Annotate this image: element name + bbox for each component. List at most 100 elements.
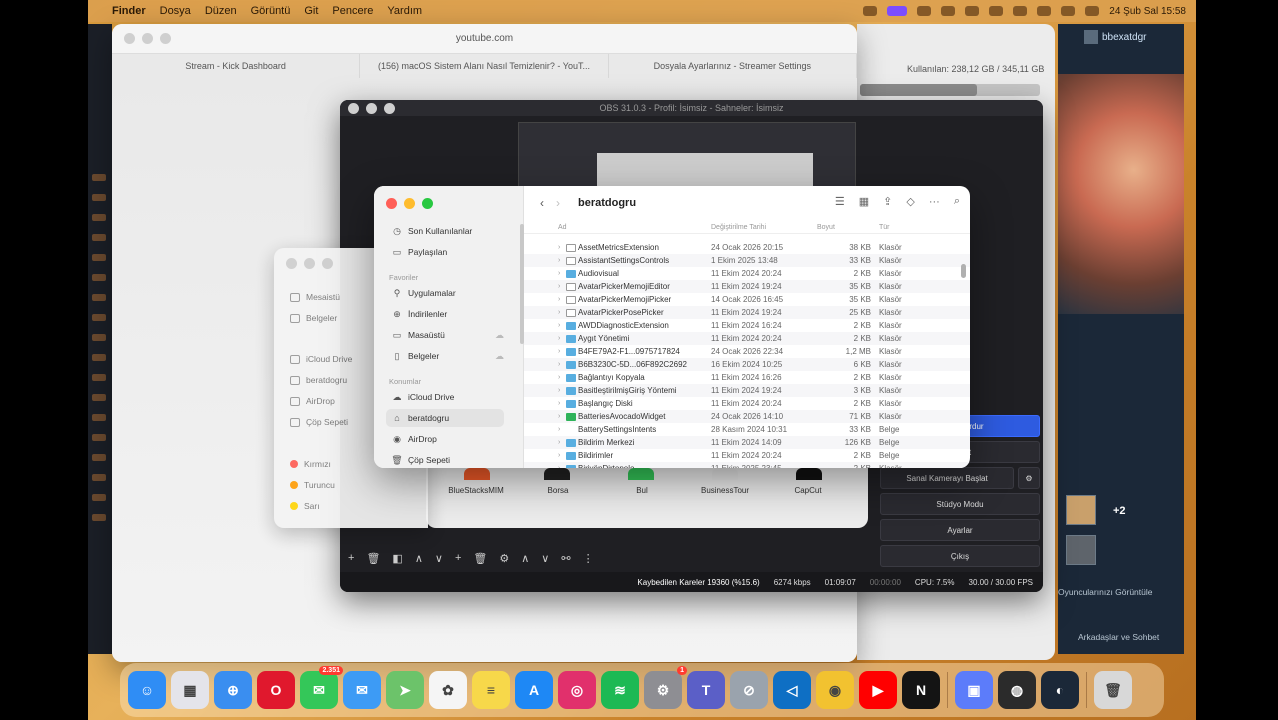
disclosure-icon[interactable]: › [558, 361, 560, 368]
app-label[interactable]: BlueStacksMIM [436, 486, 516, 495]
table-row[interactable]: › AssetMetricsExtension 24 Ocak 2026 20:15… [524, 241, 970, 254]
minimize-button[interactable] [304, 258, 315, 269]
app-label[interactable]: CapCut [768, 486, 848, 495]
disclosure-icon[interactable]: › [558, 374, 560, 381]
bluestacks-icon[interactable] [464, 468, 490, 480]
opera-icon[interactable]: O [257, 671, 295, 709]
menu-item-go[interactable]: Git [304, 5, 318, 17]
spotify-icon[interactable]: ≋ [601, 671, 639, 709]
table-row[interactable]: › BasitleştirilmişGiriş Yöntemi 11 Ekim 20… [524, 384, 970, 397]
disclosure-icon[interactable]: › [558, 257, 560, 264]
disclosure-icon[interactable]: › [558, 439, 560, 446]
file-list-scrollbar[interactable] [961, 264, 966, 278]
minimize-button[interactable] [142, 33, 153, 44]
sidebar-item-documents[interactable]: ▯ Belgeler ☁ [392, 347, 510, 365]
sidebar-item-desktop[interactable]: Mesaistü [290, 292, 340, 302]
tag-icon[interactable]: ◇ [906, 195, 914, 208]
settings-icon[interactable]: ⚙ [499, 552, 509, 565]
down-icon[interactable]: ∨ [541, 552, 549, 565]
down-icon[interactable]: ∨ [435, 552, 443, 565]
sidebar-item-trash[interactable]: Çöp Sepeti [290, 417, 348, 427]
maps-icon[interactable]: ➤ [386, 671, 424, 709]
list-view-icon[interactable]: ☰ [835, 195, 845, 208]
app-label[interactable]: BusinessTour [685, 486, 765, 495]
add-icon[interactable]: + [455, 552, 461, 564]
table-row[interactable]: › Bağlantıyı Kopyala 11 Ekim 2024 16:26 2 K… [524, 371, 970, 384]
disclosure-icon[interactable]: › [558, 322, 560, 329]
trash-icon[interactable]: 🗑 [473, 552, 487, 565]
steam-username[interactable]: bbexatdgr [1102, 32, 1146, 43]
sidebar-item-airdrop[interactable]: AirDrop [290, 396, 335, 406]
menu-clock[interactable]: 24 Şub Sal 15:58 [1109, 6, 1186, 17]
up-icon[interactable]: ∧ [521, 552, 529, 565]
back-icon[interactable]: ‹ [540, 196, 544, 210]
mail-icon[interactable]: ✉ [343, 671, 381, 709]
netflix-icon[interactable]: N [902, 671, 940, 709]
table-row[interactable]: › Aygıt Yönetimi 11 Ekim 2024 20:24 2 KB Kla… [524, 332, 970, 345]
tag-orange[interactable]: Turuncu [290, 480, 335, 490]
settings-button[interactable]: Ayarlar [880, 519, 1040, 541]
table-row[interactable]: › B6B3230C-5D...06F892C2692 16 Ekim 2024 1… [524, 358, 970, 371]
disclosure-icon[interactable]: › [558, 244, 560, 251]
table-row[interactable]: › AWDDiagnosticExtension 11 Ekim 2024 16:2… [524, 319, 970, 332]
sidebar-item-icloud[interactable]: ☁ iCloud Drive [392, 388, 510, 406]
table-row[interactable]: › B4FE79A2-F1...0975717824 24 Ocak 2026 22… [524, 345, 970, 358]
sidebar-item-desktop[interactable]: ▭ Masaüstü ☁ [392, 326, 510, 344]
menu-item-help[interactable]: Yardım [387, 5, 422, 17]
add-icon[interactable]: + [348, 552, 354, 564]
finder-icon[interactable]: ☺ [128, 671, 166, 709]
sidebar-item-recents[interactable]: ◷ Son Kullanılanlar [392, 222, 510, 240]
tab-streamer-settings[interactable]: Dosyala Ayarlarınız - Streamer Settings [609, 54, 857, 78]
table-row[interactable]: › AvatarPickerPosePicker 11 Ekim 2024 19:2… [524, 306, 970, 319]
stocks-icon[interactable] [544, 468, 570, 480]
app-label[interactable]: Bul [602, 486, 682, 495]
youtube-icon[interactable]: ▶ [859, 671, 897, 709]
gear-icon[interactable]: ⚙ [1018, 467, 1040, 489]
obs-preview[interactable] [518, 122, 856, 189]
column-size[interactable]: Boyut [817, 224, 835, 231]
sidebar-item-applications[interactable]: ⚲ Uygulamalar [392, 284, 510, 302]
capcut-icon[interactable] [796, 468, 822, 480]
disclosure-icon[interactable]: › [558, 335, 560, 342]
steam-icon[interactable]: ◐ [1041, 671, 1079, 709]
vscode-icon[interactable]: ◁ [773, 671, 811, 709]
friends-chat-link[interactable]: Arkadaşlar ve Sohbet [1078, 632, 1159, 642]
game-thumbnail[interactable] [1066, 535, 1096, 565]
sidebar-item-airdrop[interactable]: ◉ AirDrop [392, 430, 510, 448]
business-tour-icon[interactable] [712, 468, 738, 480]
disclosure-icon[interactable]: › [558, 426, 560, 433]
search-icon[interactable]: ⌕ [954, 195, 960, 208]
table-row[interactable]: › BatteriesAvocadoWidget 24 Ocak 2026 14:1… [524, 410, 970, 423]
notes-icon[interactable]: ≡ [472, 671, 510, 709]
trash-icon[interactable]: 🗑 [366, 552, 380, 565]
wifi-icon[interactable] [1013, 6, 1028, 16]
find-my-icon[interactable] [628, 468, 654, 480]
close-button[interactable] [348, 102, 359, 114]
status-icon-1[interactable] [863, 6, 878, 16]
zoom-button[interactable] [384, 102, 395, 114]
share-icon[interactable]: ⇪ [883, 195, 892, 208]
up-icon[interactable]: ∧ [415, 552, 423, 565]
trash-icon[interactable]: 🗑 [1094, 671, 1132, 709]
sidebar-item-home[interactable]: ⌂ beratdogru [386, 409, 504, 427]
disclosure-icon[interactable]: › [558, 452, 560, 459]
no-entry-icon[interactable]: ⊘ [730, 671, 768, 709]
chrome-icon[interactable]: ◉ [816, 671, 854, 709]
app-label[interactable]: Borsa [518, 486, 598, 495]
zoom-button[interactable] [422, 198, 433, 209]
link-icon[interactable]: ⚯ [561, 552, 570, 565]
messages-icon[interactable]: ✉ 2.351 [300, 666, 343, 709]
column-name[interactable]: Ad [558, 224, 567, 231]
sidebar-item-icloud[interactable]: iCloud Drive [290, 354, 352, 364]
tab-youtube[interactable]: (156) macOS Sistem Alanı Nasıl Temizleni… [360, 54, 609, 78]
column-date[interactable]: Değiştirilme Tarihi [711, 224, 766, 231]
obs-icon[interactable]: ◍ [998, 671, 1036, 709]
minimize-button[interactable] [366, 102, 377, 114]
disclosure-icon[interactable]: › [558, 387, 560, 394]
preview-icon[interactable]: ▣ [955, 671, 993, 709]
sidebar-item-home[interactable]: beratdogru [290, 375, 347, 385]
status-icon-4[interactable] [965, 6, 980, 16]
close-button[interactable] [124, 33, 135, 44]
disclosure-icon[interactable]: › [558, 465, 560, 468]
table-row[interactable]: › AssistantSettingsControls 1 Ekim 2025 13… [524, 254, 970, 267]
